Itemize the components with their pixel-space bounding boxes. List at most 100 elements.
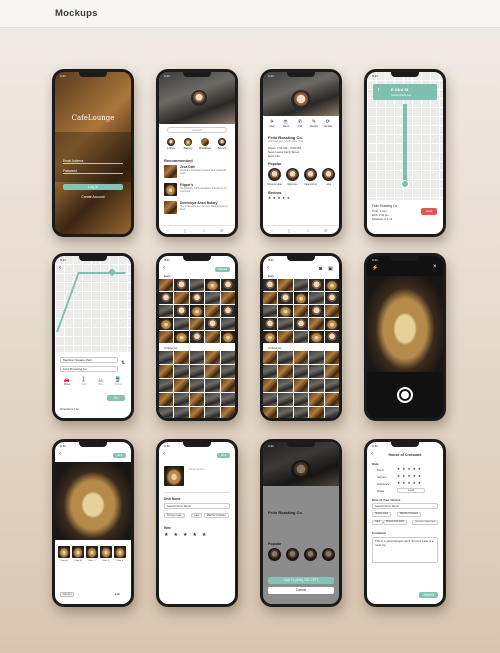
back-icon[interactable]: ‹ xyxy=(267,265,269,271)
close-icon[interactable]: × xyxy=(433,264,437,270)
ambience-label: Ambience xyxy=(268,346,282,350)
rate-label: Rate xyxy=(372,462,379,466)
rate-label: Rate xyxy=(164,526,171,530)
home-icon[interactable]: ⌂ xyxy=(166,228,168,233)
filter-thumb[interactable] xyxy=(86,546,98,558)
service-stars[interactable]: ★★★★★ xyxy=(397,474,423,478)
tag-chip[interactable]: Matcha Croissant xyxy=(204,513,229,518)
back-icon[interactable]: ‹ xyxy=(59,265,61,271)
flash-icon[interactable]: ⚡ xyxy=(372,265,378,271)
mode-walk[interactable]: 🚶 Walk xyxy=(77,377,91,386)
login-button[interactable]: Log In xyxy=(63,184,123,190)
dish-photo xyxy=(164,466,184,486)
phone-review: 9:41 ‹ House of Croissant Rate Food ★★★★… xyxy=(364,439,446,607)
call-button[interactable]: Call +1 (646) 727-7277 xyxy=(268,577,334,584)
category-bakery[interactable]: Bakery xyxy=(181,138,195,150)
category-breakfast[interactable]: Breakfast xyxy=(198,138,212,150)
post-button[interactable]: Post xyxy=(217,453,230,458)
mode-drive[interactable]: 🚗 Drive xyxy=(60,377,74,386)
add-dish-screen: 9:41 ‹ Post Description... Dish Name Sea… xyxy=(159,442,235,604)
cancel-button[interactable]: Cancel xyxy=(268,587,334,594)
list-item[interactable]: Zeca Café Delicious Pancakes topped with… xyxy=(164,165,230,181)
email-field[interactable]: Email Address xyxy=(63,158,123,164)
tag-chip[interactable]: Honeycomb Latte xyxy=(383,520,408,525)
end-button[interactable]: End xyxy=(421,208,437,215)
password-field[interactable]: Password xyxy=(63,168,123,174)
home-icon[interactable]: ⌂ xyxy=(270,228,272,233)
back-icon[interactable]: ‹ xyxy=(163,265,165,271)
filter-row: Filter A Filter B Filter C Filter D Filt… xyxy=(58,546,130,566)
back-icon[interactable]: ‹ xyxy=(59,451,61,457)
menu-action[interactable]: ☕ Menu xyxy=(279,119,293,128)
trip-panel: Felix Roasting Co. Time: 3 min ETA: 2:41… xyxy=(367,200,443,234)
filter-thumb[interactable] xyxy=(100,546,112,558)
submit-button[interactable]: Submit xyxy=(419,592,438,598)
description-input[interactable]: Description... xyxy=(189,467,207,471)
call-action[interactable]: ✆ Call xyxy=(293,119,307,128)
direction-banner: ↑ E 23rd St toward Park Ave xyxy=(373,84,437,100)
page-title: Mockups xyxy=(55,8,98,19)
edit-button[interactable]: Edit xyxy=(115,592,120,596)
category-coffee[interactable]: Coffee xyxy=(164,138,178,150)
gallery-icon[interactable]: ▣ xyxy=(328,266,333,272)
next-button[interactable]: Next xyxy=(113,453,126,458)
directions-list-link[interactable]: Directions List xyxy=(60,407,79,411)
profile-icon[interactable]: ☺ xyxy=(202,228,206,233)
camera-screen: 9:41 ⚡ × xyxy=(367,256,443,418)
map-action[interactable]: ✈ Map xyxy=(265,119,279,128)
tag-chip[interactable]: Classic Latte xyxy=(372,512,392,517)
current-location-icon xyxy=(401,180,409,188)
filter-thumb[interactable] xyxy=(58,546,70,558)
update-action[interactable]: ⟳ Update xyxy=(321,119,335,128)
settings-icon[interactable]: ⚙ xyxy=(324,228,328,233)
phone-gallery-2: 9:41 ‹ ◙ ▣ Eats Ambience xyxy=(260,253,342,421)
ambience-stars[interactable]: ★★★★★ xyxy=(397,481,423,485)
tag-chip[interactable]: S'mores Latte xyxy=(164,513,185,518)
upload-button[interactable]: Upload xyxy=(215,267,230,272)
phone-gallery: 9:41 ‹ Upload Eats Ambience xyxy=(156,253,238,421)
mode-transit[interactable]: 🚆 Transit xyxy=(111,377,125,386)
rating-stars[interactable]: ★★★★★ xyxy=(164,532,211,538)
phone-route: 9:41 ‹ Madison Square Park Felix Roastin… xyxy=(52,253,134,421)
phone-home: 9:41 Search Coffee Bakery Breakfast Brun… xyxy=(156,69,238,237)
swap-icon[interactable]: ⇅ xyxy=(121,360,125,366)
cancel-button[interactable]: Cancel xyxy=(60,592,74,597)
from-field[interactable]: Madison Square Park xyxy=(60,357,118,363)
bookmark-icon[interactable]: ▯ xyxy=(184,228,186,233)
comment-textarea[interactable]: This is a great hangout spot! S'mores La… xyxy=(372,537,438,563)
navigation-screen: 9:41 ↑ E 23rd St toward Park Ave Felix R… xyxy=(367,72,443,234)
profile-icon[interactable]: ☺ xyxy=(306,228,310,233)
arrow-up-icon: ↑ xyxy=(377,87,381,94)
food-stars[interactable]: ★★★★★ xyxy=(397,467,423,471)
tag-chip[interactable]: Latte xyxy=(191,513,203,518)
tag-chip[interactable]: Coconut Cold Brew xyxy=(412,520,438,525)
filter-thumb[interactable] xyxy=(72,546,84,558)
list-item[interactable]: Flipper's Surprisingly fluffy pancakes, … xyxy=(164,183,230,199)
dish-select[interactable]: Search From Menu ⌄ xyxy=(164,503,230,509)
list-item[interactable]: Dominique Ansel Bakery The croissants ar… xyxy=(164,201,230,217)
tag-chip[interactable]: Latte xyxy=(372,520,384,525)
filter-thumb[interactable] xyxy=(114,546,126,558)
dish-name-label: Dish Name xyxy=(164,497,181,501)
create-account-link[interactable]: Create Account xyxy=(55,195,131,199)
tag-chip[interactable]: Matcha Croissant xyxy=(397,512,421,517)
camera-icon[interactable]: ◙ xyxy=(319,266,322,272)
review-action[interactable]: ✎ Review xyxy=(307,119,321,128)
popular-title: Popular xyxy=(268,162,282,166)
ambience-grid xyxy=(263,351,339,418)
noise-select[interactable]: Loud xyxy=(397,488,425,493)
go-button[interactable]: Go xyxy=(107,395,125,401)
dish-select[interactable]: Search From Menu ⌄ xyxy=(372,503,438,509)
comment-label: Comment xyxy=(372,531,386,535)
tab-bar: ⌂ ▯ ☺ ⚙ xyxy=(159,225,235,234)
to-field[interactable]: Felix Roasting Co. xyxy=(60,366,118,372)
mode-bike[interactable]: 🚲 Bike xyxy=(94,377,108,386)
back-icon[interactable]: ‹ xyxy=(163,451,165,457)
shutter-button[interactable] xyxy=(397,387,413,403)
settings-icon[interactable]: ⚙ xyxy=(220,228,224,233)
bookmark-icon[interactable]: ▯ xyxy=(288,228,290,233)
tab-bar: ⌂ ▯ ☺ ⚙ xyxy=(263,225,339,234)
search-input[interactable]: Search xyxy=(167,127,227,133)
more-info-link[interactable]: More Info xyxy=(268,154,280,158)
category-brunch[interactable]: Brunch xyxy=(215,138,229,150)
